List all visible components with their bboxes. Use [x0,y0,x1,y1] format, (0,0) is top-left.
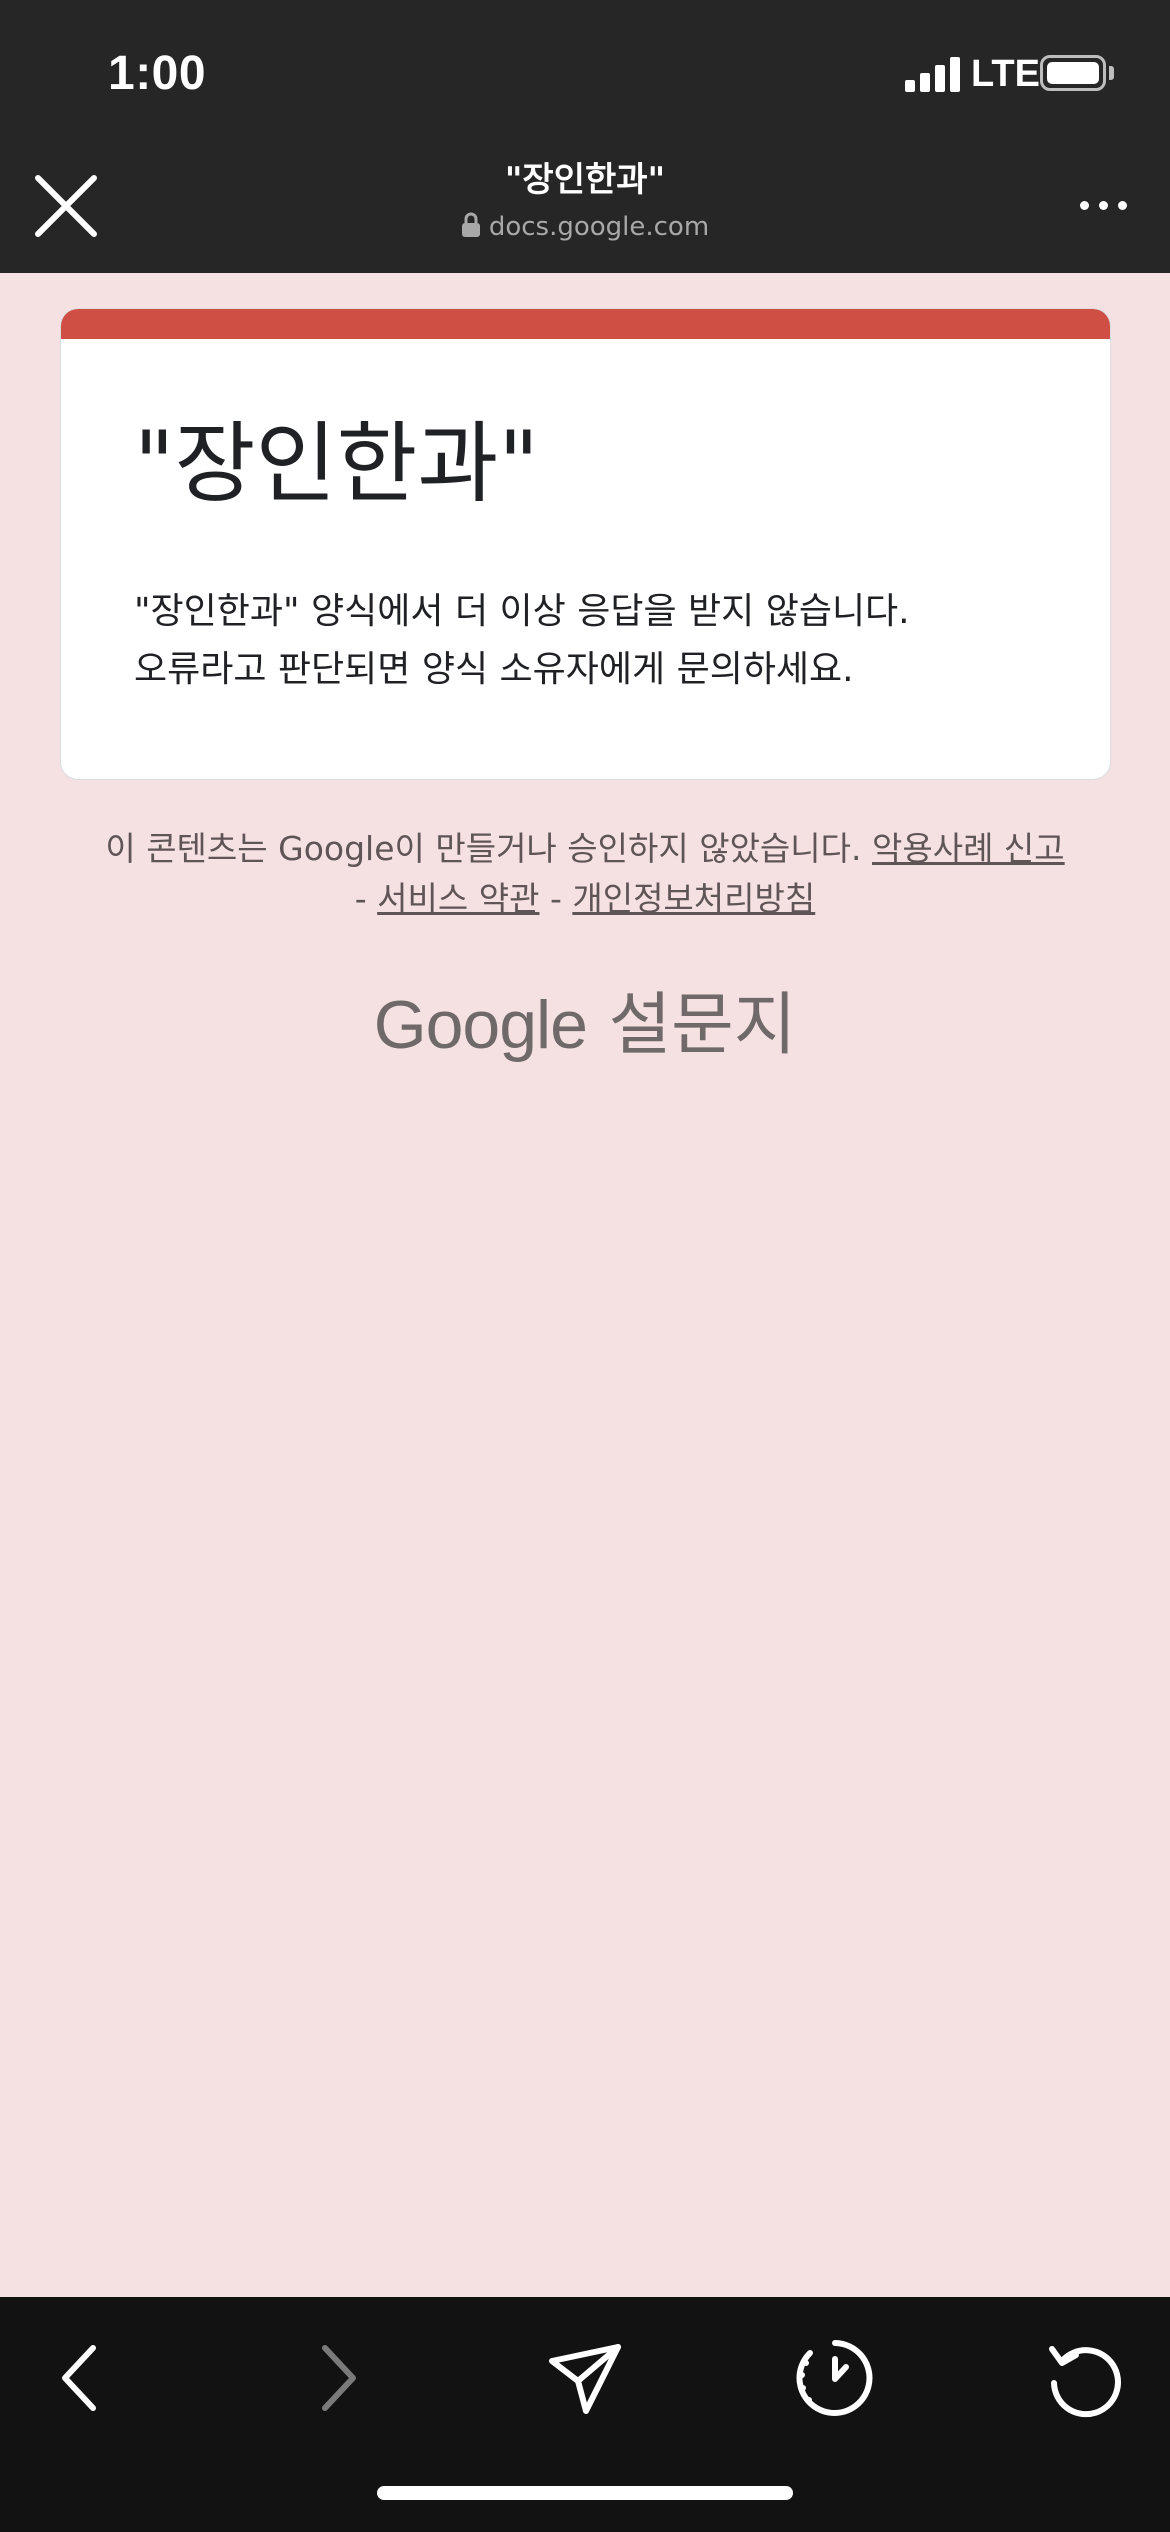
terms-of-service-link[interactable]: 서비스 약관 [377,879,539,918]
footer-disclaimer: 이 콘텐츠는 Google이 만들거나 승인하지 않았습니다. 악용사례 신고 … [100,824,1070,924]
share-button[interactable] [540,2333,630,2423]
form-closed-card: "장인한과" "장인한과" 양식에서 더 이상 응답을 받지 않습니다. 오류라… [60,308,1111,780]
forward-button[interactable] [290,2333,380,2423]
footer-separator: - [354,879,378,918]
google-forms-logo[interactable]: Google 설문지 [0,985,1170,1066]
battery-icon [1040,55,1106,91]
share-icon [549,2344,621,2414]
close-button[interactable] [30,170,102,242]
form-closed-message: "장인한과" 양식에서 더 이상 응답을 받지 않습니다. 오류라고 판단되면 … [134,583,1094,699]
url-text: docs.google.com [488,212,710,242]
forward-icon [322,2345,356,2411]
message-line-2: 오류라고 판단되면 양식 소유자에게 문의하세요. [134,649,854,690]
status-time: 1:00 [108,47,207,100]
forms-wordmark: 설문지 [608,986,797,1065]
home-indicator[interactable] [377,2486,793,2500]
disclaimer-text: 이 콘텐츠는 Google이 만들거나 승인하지 않았습니다. [105,829,872,868]
privacy-policy-link[interactable]: 개인정보처리방침 [572,879,815,918]
google-wordmark: Google [373,987,588,1063]
history-icon [796,2340,873,2416]
signal-strength-icon [905,56,963,92]
back-icon [62,2345,96,2411]
page-title: "장인한과" [504,160,666,200]
form-title: "장인한과" [134,412,539,515]
report-abuse-link[interactable]: 악용사례 신고 [872,829,1065,868]
more-horizontal-icon [1080,201,1089,210]
footer-separator: - [539,879,573,918]
page-url: docs.google.com [285,209,885,245]
battery-cap [1109,66,1114,80]
card-accent-bar [61,309,1110,339]
message-line-1: "장인한과" 양식에서 더 이상 응답을 받지 않습니다. [134,591,910,632]
network-type: LTE [971,53,1040,95]
more-options-button[interactable] [1076,190,1132,220]
reload-icon [1049,2346,1121,2418]
lock-icon [461,212,480,237]
history-button[interactable] [790,2333,880,2423]
reload-button[interactable] [1040,2333,1130,2423]
close-icon [35,175,97,237]
back-button[interactable] [38,2333,128,2423]
